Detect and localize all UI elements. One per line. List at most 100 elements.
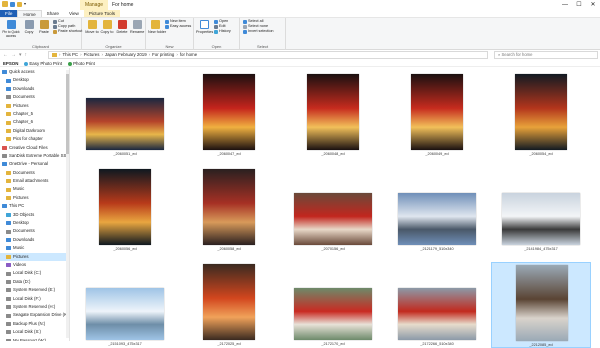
nav-item[interactable]: Pictures xyxy=(0,194,69,202)
file-tile[interactable]: _2172170_ed xyxy=(283,262,383,348)
move-to-button[interactable]: Move to xyxy=(85,20,99,34)
file-tile[interactable]: _2151093_475x317 xyxy=(75,262,175,348)
folder-icon xyxy=(2,154,7,159)
minimize-button[interactable]: — xyxy=(558,0,572,10)
nav-item[interactable]: Chapter_6 xyxy=(0,118,69,126)
up-arrow-icon[interactable]: ↑ xyxy=(25,51,28,59)
nav-item[interactable]: Desktop xyxy=(0,219,69,227)
file-tile[interactable]: _2060058_ed xyxy=(179,167,279,253)
easy-photo-print-link[interactable]: Easy Photo Print xyxy=(24,60,62,66)
nav-item[interactable]: Local Disk (S:) xyxy=(0,328,69,336)
nav-item[interactable]: Creative Cloud Files xyxy=(0,144,69,152)
nav-item[interactable]: Desktop xyxy=(0,76,69,84)
paste-shortcut-icon xyxy=(53,29,57,34)
nav-item[interactable]: Documents xyxy=(0,227,69,235)
tab-file[interactable]: File xyxy=(0,10,18,17)
nav-item[interactable]: Downloads xyxy=(0,236,69,244)
paste-shortcut-button[interactable]: Paste shortcut xyxy=(53,29,82,34)
file-tile[interactable]: _2212085_ed xyxy=(491,262,591,348)
file-tile[interactable]: _2060051_ed xyxy=(75,72,175,158)
history-button[interactable]: History xyxy=(214,29,231,34)
search-box[interactable]: ⌕ Search for home xyxy=(494,51,598,59)
nav-item[interactable]: Music xyxy=(0,244,69,252)
rename-button[interactable]: Rename xyxy=(130,20,144,34)
nav-item[interactable]: Pics for chapter xyxy=(0,135,69,143)
epson-link[interactable]: EPSON xyxy=(3,60,18,66)
recent-dropdown-icon[interactable]: ▾ xyxy=(19,51,22,59)
breadcrumb-pictures[interactable]: Pictures xyxy=(84,52,100,58)
breadcrumb-this-pc[interactable]: This PC xyxy=(62,52,78,58)
easy-access-button[interactable]: Easy access xyxy=(165,24,191,29)
nav-item[interactable]: Chapter_5 xyxy=(0,110,69,118)
file-tile[interactable]: _2141984_475x317 xyxy=(491,167,591,253)
pin-icon xyxy=(6,20,16,29)
manage-contextual-tab[interactable]: Manage xyxy=(80,0,108,10)
properties-qat-icon[interactable] xyxy=(10,1,15,7)
nav-item[interactable]: Documents xyxy=(0,169,69,177)
pin-quick-access-button[interactable]: Pin to Quick access xyxy=(2,20,20,38)
file-name: _2060049_ed xyxy=(425,152,449,156)
nav-item-label: Pictures xyxy=(13,253,29,259)
nav-item[interactable]: Digital Darkroom xyxy=(0,127,69,135)
properties-button[interactable]: Properties xyxy=(196,20,213,34)
breadcrumb-for-printing[interactable]: For printing xyxy=(152,52,174,58)
scrollbar-thumb[interactable] xyxy=(66,74,69,154)
nav-item[interactable]: Documents xyxy=(0,93,69,101)
nav-item[interactable]: Pictures xyxy=(0,102,69,110)
file-tile[interactable]: _2121179_510x340 xyxy=(387,167,487,253)
nav-item[interactable]: System Reserved (E:) xyxy=(0,286,69,294)
nav-item[interactable]: SanDisk Extreme Portable SSD xyxy=(0,152,69,160)
file-tile[interactable]: _2070156_ed xyxy=(283,167,383,253)
address-bar[interactable]: › This PC › Pictures › Japan February 20… xyxy=(48,51,488,59)
nav-item[interactable]: Data (D:) xyxy=(0,278,69,286)
folder-icon xyxy=(2,70,7,75)
paste-button[interactable]: Paste xyxy=(37,20,51,34)
photo-print-link[interactable]: Photo Print xyxy=(68,60,95,66)
nav-item[interactable]: Pictures xyxy=(0,252,69,261)
close-button[interactable]: ✕ xyxy=(586,0,600,10)
delete-button[interactable]: Delete xyxy=(115,20,129,34)
tab-share[interactable]: Share xyxy=(42,10,64,17)
nav-item[interactable]: Local Disk (F:) xyxy=(0,295,69,303)
nav-item-label: Backup Plus (N:) xyxy=(13,320,46,326)
file-tile[interactable]: _2060049_ed xyxy=(387,72,487,158)
tab-view[interactable]: View xyxy=(64,10,84,17)
nav-item[interactable]: 3D Objects xyxy=(0,211,69,219)
copy-button[interactable]: Copy xyxy=(22,20,36,34)
copy-to-button[interactable]: Copy to xyxy=(100,20,114,34)
navigation-scrollbar[interactable] xyxy=(66,70,69,338)
nav-item[interactable]: Music xyxy=(0,185,69,193)
file-view: _2060051_ed _2060047_ed _2060048_ed _206004… xyxy=(71,68,600,348)
invert-selection-button[interactable]: Invert selection xyxy=(243,29,274,34)
nav-item[interactable]: Downloads xyxy=(0,85,69,93)
nav-item[interactable]: Local Disk (C:) xyxy=(0,269,69,277)
nav-item[interactable]: Email attachments xyxy=(0,177,69,185)
new-group-label: New xyxy=(165,44,174,49)
maximize-button[interactable]: ☐ xyxy=(572,0,586,10)
file-tile[interactable]: _2060056_ed xyxy=(75,167,175,253)
nav-item[interactable]: Backup Plus (N:) xyxy=(0,320,69,328)
new-folder-qat-icon[interactable] xyxy=(17,1,22,7)
nav-item[interactable]: Quick access xyxy=(0,68,69,76)
file-tile[interactable]: _2060047_ed xyxy=(179,72,279,158)
breadcrumb-for-home[interactable]: for home xyxy=(180,52,197,58)
nav-item[interactable]: My Passport (W:) xyxy=(0,337,69,341)
file-tile[interactable]: _2060054_ed xyxy=(491,72,591,158)
nav-item[interactable]: This PC xyxy=(0,202,69,210)
nav-item[interactable]: OneDrive - Personal xyxy=(0,160,69,168)
nav-item-label: Data (D:) xyxy=(13,278,31,284)
tab-home[interactable]: Home xyxy=(17,10,42,17)
back-arrow-icon[interactable]: ← xyxy=(3,51,8,59)
qat-dropdown-icon[interactable]: ▾ xyxy=(24,1,28,7)
rename-icon xyxy=(132,20,142,29)
nav-item[interactable]: System Reserved (H:) xyxy=(0,303,69,311)
new-folder-button[interactable]: New folder xyxy=(148,20,166,34)
tab-picture-tools[interactable]: Picture Tools xyxy=(83,10,121,17)
forward-arrow-icon[interactable]: → xyxy=(11,51,16,59)
file-tile[interactable]: _2060048_ed xyxy=(283,72,383,158)
nav-item[interactable]: Videos xyxy=(0,261,69,269)
file-tile[interactable]: _2172025_ed xyxy=(179,262,279,348)
breadcrumb-japan-february-2019[interactable]: Japan February 2019 xyxy=(105,52,147,58)
nav-item[interactable]: Seagate Expansion Drive (K:) xyxy=(0,311,69,319)
file-tile[interactable]: _2172266_510x340 xyxy=(387,262,487,348)
